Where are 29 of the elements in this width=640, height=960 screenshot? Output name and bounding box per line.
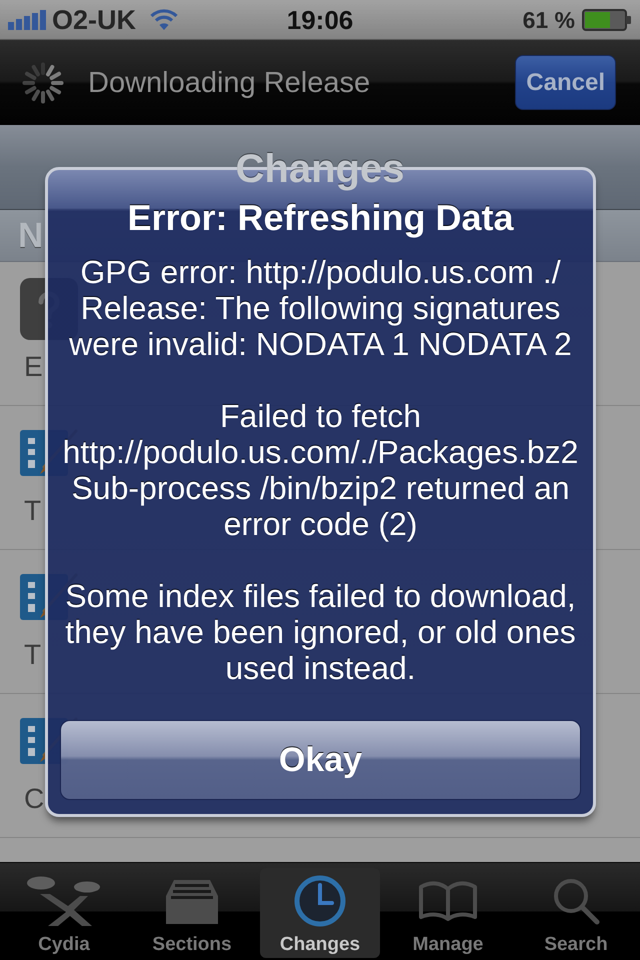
battery-percent: 61 % — [522, 6, 575, 34]
package-description: C — [24, 783, 44, 815]
alert-message: Some index files failed to download, they have been ignored, or old ones used instead. — [64, 578, 577, 686]
tab-button[interactable]: Manage — [388, 868, 508, 958]
alert-message: Failed to fetch http://podulo.us.com/./Packages.bz2 Sub-process /bin/bzip2 returned an error code (2) — [62, 398, 580, 542]
cancel-button[interactable]: Cancel — [515, 55, 616, 110]
clock-icon — [294, 875, 346, 927]
open-book-icon — [419, 881, 477, 921]
confirm-button[interactable]: Okay — [60, 720, 581, 800]
download-status-title: Downloading Release — [88, 66, 370, 100]
tab-button[interactable]: Changes — [260, 868, 380, 958]
battery-icon — [582, 8, 632, 32]
package-description: T — [24, 639, 42, 671]
drawer-icon — [166, 878, 218, 924]
package-description: T — [24, 495, 42, 527]
alert-title: Error: Refreshing Data — [126, 200, 515, 236]
tab-button[interactable]: Sections — [132, 868, 252, 958]
search-icon — [552, 877, 600, 925]
section-header-title: N — [18, 216, 44, 256]
wifi-icon — [148, 8, 180, 30]
signal-strength-icon — [8, 10, 48, 30]
package-description: E — [24, 351, 43, 383]
tab-button[interactable]: Cydia — [4, 868, 124, 958]
status-time: 19:06 — [286, 4, 354, 34]
app-logo-icon — [26, 876, 102, 926]
loading-spinner-icon — [22, 62, 64, 104]
carrier-name: O2-UK — [52, 4, 136, 34]
tab-button[interactable]: Search — [516, 868, 636, 958]
alert-message: GPG error: http://podulo.us.com ./ Release: The following signatures were invalid: NODATA 1 NODATA 2 — [68, 254, 573, 362]
